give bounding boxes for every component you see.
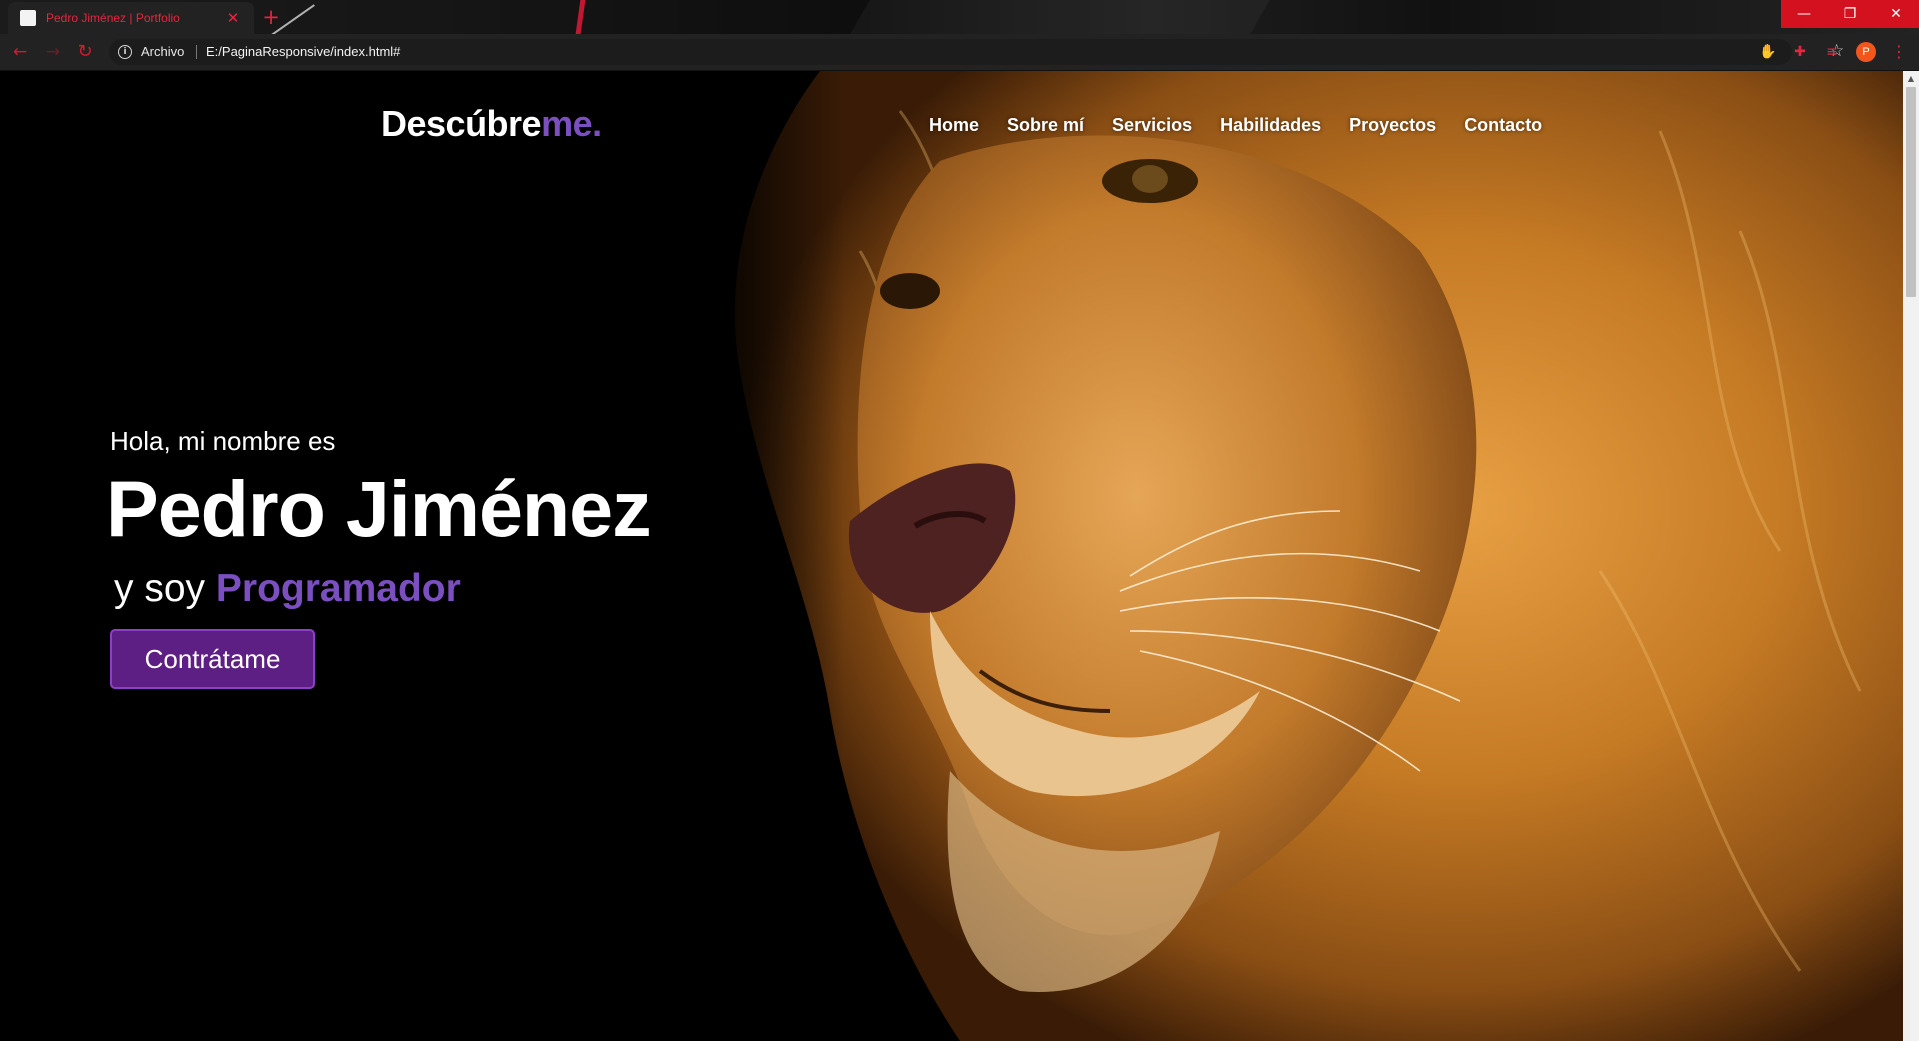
security-label: Archivo	[141, 44, 185, 59]
page-viewport: Descúbreme. Home Sobre mí Servicios Habi…	[0, 71, 1903, 1041]
profile-avatar[interactable]: P	[1856, 42, 1876, 62]
forward-icon[interactable]: →	[43, 42, 63, 62]
tab-title: Pedro Jiménez | Portfolio	[46, 11, 180, 25]
lion-image	[700, 71, 1903, 1041]
page-favicon-icon	[20, 10, 36, 26]
address-separator	[196, 45, 197, 59]
scroll-up-icon[interactable]: ▲	[1903, 71, 1919, 87]
nav-link-contacto[interactable]: Contacto	[1464, 115, 1542, 136]
address-bar[interactable]: i Archivo E:/PaginaResponsive/index.html…	[109, 39, 1844, 65]
decorative-streak	[575, 0, 586, 34]
decorative-shade	[850, 0, 1270, 34]
back-icon[interactable]: ←	[10, 42, 30, 62]
hero-name: Pedro Jiménez	[106, 464, 652, 553]
vertical-scrollbar[interactable]: ▲	[1903, 71, 1919, 1041]
info-icon[interactable]: i	[118, 45, 132, 59]
reload-icon[interactable]: ↻	[75, 42, 95, 62]
nav-link-sobre-mi[interactable]: Sobre mí	[1007, 115, 1084, 136]
site-logo[interactable]: Descúbreme.	[381, 103, 602, 145]
hire-me-button[interactable]: Contrátame	[110, 629, 315, 689]
nav-link-servicios[interactable]: Servicios	[1112, 115, 1192, 136]
window-minimize-button[interactable]: —	[1781, 0, 1827, 28]
scrollbar-thumb[interactable]	[1906, 87, 1916, 297]
window-restore-button[interactable]: ❐	[1827, 0, 1873, 28]
window-close-button[interactable]: ✕	[1873, 0, 1919, 28]
hero-greeting: Hola, mi nombre es	[110, 426, 336, 456]
url-text[interactable]: E:/PaginaResponsive/index.html#	[206, 44, 400, 59]
nav-link-proyectos[interactable]: Proyectos	[1349, 115, 1436, 136]
puzzle-icon[interactable]: ✚	[1791, 43, 1809, 61]
logo-main-text: Descúbre	[381, 103, 542, 144]
hero-role-prefix: y soy	[114, 567, 206, 610]
browser-toolbar: ← → ↻ i Archivo E:/PaginaResponsive/inde…	[0, 34, 1919, 71]
main-navigation: Home Sobre mí Servicios Habilidades Proy…	[929, 115, 1542, 136]
menu-icon[interactable]: ⋮	[1891, 42, 1907, 62]
tab-close-icon[interactable]: ✕	[224, 9, 242, 27]
hero-role-line: y soy Programador	[114, 567, 461, 611]
nav-link-habilidades[interactable]: Habilidades	[1220, 115, 1321, 136]
extension-icon[interactable]: ✋	[1759, 43, 1777, 61]
media-icon[interactable]: ≡	[1823, 43, 1841, 61]
nav-link-home[interactable]: Home	[929, 115, 979, 136]
tab-strip: Pedro Jiménez | Portfolio ✕ +	[0, 0, 1919, 34]
new-tab-button[interactable]: +	[258, 5, 284, 31]
logo-accent-text: me.	[541, 103, 602, 144]
browser-tab[interactable]: Pedro Jiménez | Portfolio ✕	[8, 2, 254, 34]
hero-role: Programador	[215, 567, 461, 610]
